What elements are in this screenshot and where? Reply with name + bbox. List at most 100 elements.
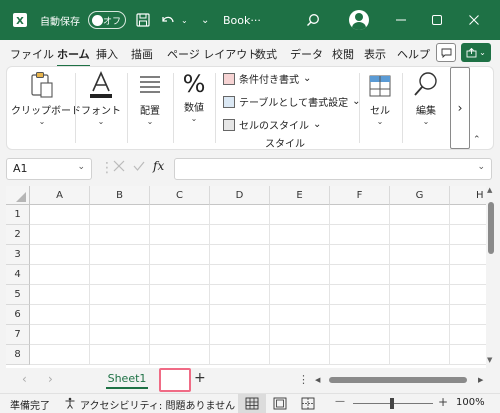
worksheet-grid[interactable]: A B C D E F G H 1 2 3 4 5 6 7 8 — [6, 186, 486, 368]
normal-view-button[interactable] — [238, 394, 266, 413]
row-header[interactable]: 4 — [6, 265, 30, 285]
cell[interactable] — [90, 305, 150, 325]
cell[interactable] — [270, 305, 330, 325]
cell[interactable] — [330, 265, 390, 285]
column-header[interactable]: C — [150, 186, 210, 205]
cell[interactable] — [270, 325, 330, 345]
zoom-slider-thumb[interactable] — [390, 398, 394, 409]
scroll-right-icon[interactable]: ▶ — [478, 376, 483, 384]
scroll-up-icon[interactable]: ▲ — [487, 186, 492, 194]
comments-button[interactable] — [436, 43, 456, 62]
zoom-out-button[interactable]: — — [335, 396, 345, 407]
cell[interactable] — [210, 305, 270, 325]
vertical-scroll-thumb[interactable] — [488, 202, 494, 254]
cell[interactable] — [390, 245, 450, 265]
column-header[interactable]: F — [330, 186, 390, 205]
tab-data[interactable]: データ — [290, 46, 323, 62]
cell[interactable] — [330, 285, 390, 305]
chevron-left-icon[interactable]: ‹ — [22, 372, 27, 386]
row-header[interactable]: 6 — [6, 305, 30, 325]
accessibility-icon[interactable] — [64, 397, 76, 412]
undo-dropdown-icon[interactable]: ⌄ — [181, 0, 188, 40]
column-header[interactable]: G — [390, 186, 450, 205]
cell[interactable] — [450, 265, 486, 285]
cell[interactable] — [90, 345, 150, 365]
cell[interactable] — [30, 245, 90, 265]
cell[interactable] — [90, 265, 150, 285]
font-button[interactable]: フォント ⌄ — [77, 67, 125, 126]
row-header[interactable]: 2 — [6, 225, 30, 245]
cell[interactable] — [210, 265, 270, 285]
cell[interactable] — [450, 325, 486, 345]
cell[interactable] — [210, 285, 270, 305]
cell[interactable] — [390, 225, 450, 245]
cell[interactable] — [210, 345, 270, 365]
tab-help[interactable]: ヘルプ — [397, 46, 430, 62]
cell[interactable] — [150, 245, 210, 265]
cell[interactable] — [390, 205, 450, 225]
cell[interactable] — [330, 305, 390, 325]
share-button[interactable]: ⌄ — [461, 43, 491, 62]
maximize-icon[interactable] — [431, 0, 443, 40]
select-all-corner[interactable] — [6, 186, 30, 205]
page-layout-view-icon[interactable] — [273, 397, 287, 413]
column-header[interactable]: H — [450, 186, 486, 205]
row-header[interactable]: 8 — [6, 345, 30, 365]
cell[interactable] — [210, 245, 270, 265]
cell[interactable] — [390, 265, 450, 285]
column-header[interactable]: A — [30, 186, 90, 205]
tab-insert[interactable]: 挿入 — [96, 46, 118, 62]
cells-button[interactable]: セル ⌄ — [363, 67, 397, 126]
cancel-icon[interactable] — [113, 160, 125, 175]
cell[interactable] — [150, 265, 210, 285]
cell[interactable] — [150, 305, 210, 325]
cell[interactable] — [330, 245, 390, 265]
cell[interactable] — [270, 245, 330, 265]
horizontal-scroll-thumb[interactable] — [329, 377, 467, 383]
cell[interactable] — [390, 285, 450, 305]
cell[interactable] — [450, 205, 486, 225]
autosave-toggle[interactable]: オフ — [88, 0, 126, 40]
close-icon[interactable] — [468, 0, 480, 40]
cell[interactable] — [330, 345, 390, 365]
cell[interactable] — [270, 225, 330, 245]
cell[interactable] — [330, 325, 390, 345]
row-header[interactable]: 7 — [6, 325, 30, 345]
insert-function-icon[interactable]: fx — [153, 159, 164, 173]
customize-qat-icon[interactable]: ⌄ — [201, 0, 209, 40]
cell[interactable] — [30, 265, 90, 285]
editing-button[interactable]: 編集 ⌄ — [406, 67, 446, 126]
cell[interactable] — [270, 345, 330, 365]
cell[interactable] — [90, 205, 150, 225]
tab-review[interactable]: 校閲 — [332, 46, 354, 62]
cell[interactable] — [150, 225, 210, 245]
name-box[interactable]: A1 ⌄ — [6, 158, 92, 180]
undo-icon[interactable] — [160, 0, 176, 40]
cell[interactable] — [210, 325, 270, 345]
account-avatar[interactable] — [349, 0, 369, 40]
cell[interactable] — [210, 205, 270, 225]
tab-page-layout[interactable]: ページ レイアウト — [167, 46, 258, 62]
cell[interactable] — [330, 225, 390, 245]
cell-styles-button[interactable]: セルのスタイル ⌄ — [223, 117, 321, 132]
cell[interactable] — [30, 285, 90, 305]
cell[interactable] — [390, 325, 450, 345]
enter-icon[interactable] — [133, 160, 145, 175]
tab-home[interactable]: ホーム — [57, 46, 90, 67]
sheet-tab-sheet1[interactable]: Sheet1 — [100, 370, 154, 390]
cell[interactable] — [150, 285, 210, 305]
cell[interactable] — [270, 285, 330, 305]
conditional-format-button[interactable]: 条件付き書式 ⌄ — [223, 71, 311, 86]
alignment-button[interactable]: 配置 ⌄ — [129, 67, 171, 126]
cell[interactable] — [90, 245, 150, 265]
column-header[interactable]: E — [270, 186, 330, 205]
cell[interactable] — [90, 325, 150, 345]
sheet-options-icon[interactable]: ⋮ — [298, 373, 309, 386]
chevron-down-icon[interactable]: ⌄ — [77, 162, 85, 172]
tab-file[interactable]: ファイル — [10, 46, 54, 62]
cell[interactable] — [210, 225, 270, 245]
vertical-scrollbar[interactable]: ▲ ▼ — [486, 186, 496, 368]
scroll-left-icon[interactable]: ◀ — [315, 376, 320, 384]
cell[interactable] — [30, 345, 90, 365]
column-header[interactable]: D — [210, 186, 270, 205]
